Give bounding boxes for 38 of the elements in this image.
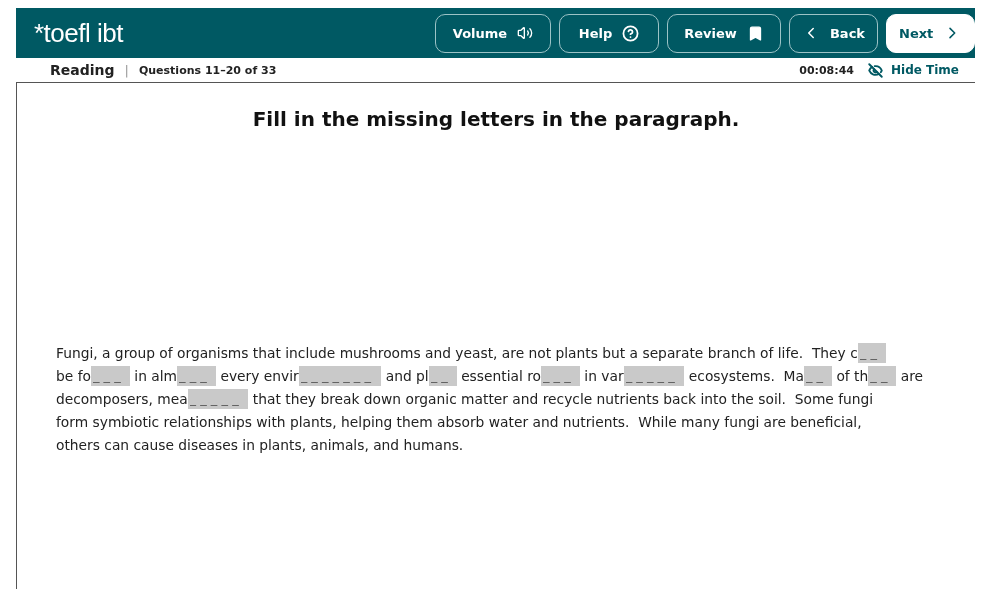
letter-blank[interactable]: _ _ _: [540, 365, 580, 386]
passage-text: ecosystems. Ma: [687, 367, 804, 384]
back-button[interactable]: Back: [789, 13, 878, 53]
passage-text: form symbiotic relationships with plants, helping them absorb water and nutrients. While many fungi are beneficial,: [56, 413, 862, 430]
passage-text: be fo: [56, 367, 91, 384]
passage-text: are: [899, 367, 924, 384]
passage-text: decomposers, mea: [56, 390, 188, 407]
letter-blank[interactable]: _ _ _ _ _: [623, 365, 685, 386]
logo: *toefl ibt: [34, 17, 123, 49]
help-icon: [622, 24, 640, 42]
speaker-icon: [517, 25, 534, 41]
letter-blank[interactable]: _ _ _ _ _ _ _: [298, 365, 382, 386]
letter-blank[interactable]: _ _: [868, 365, 897, 386]
letter-blank[interactable]: _ _: [857, 342, 886, 363]
letter-blank[interactable]: _ _: [803, 365, 832, 386]
eye-off-icon: [868, 62, 883, 78]
passage-text: essential ro: [460, 367, 541, 384]
hide-time-button[interactable]: Hide Time: [868, 62, 959, 78]
letter-blank[interactable]: _ _ _: [90, 365, 130, 386]
passage-text: in alm: [133, 367, 177, 384]
next-button[interactable]: Next: [886, 13, 975, 53]
volume-button[interactable]: Volume: [435, 13, 551, 53]
section-name: Reading: [50, 62, 115, 78]
passage-text: that they break down organic matter and recycle nutrients back into the soil. Some fungi: [251, 390, 874, 407]
timer: 00:08:44: [799, 63, 854, 77]
passage-text: in var: [583, 367, 624, 384]
instruction: Fill in the missing letters in the paragraph.: [251, 107, 741, 131]
letter-blank[interactable]: _ _ _: [177, 365, 216, 386]
letter-blank[interactable]: _ _ _ _ _: [187, 388, 249, 409]
passage-text: and pl: [384, 367, 429, 384]
passage-text: of th: [835, 367, 869, 384]
passage-text: Fungi, a group of organisms that include mushrooms and yeast, are not plants but a separate branch of life. They c: [56, 344, 858, 361]
review-button[interactable]: Review: [667, 13, 781, 53]
help-button[interactable]: Help: [559, 13, 659, 53]
separator: |: [124, 62, 129, 78]
passage-text: others can cause diseases in plants, animals, and humans.: [56, 436, 464, 453]
passage-text: every envir: [219, 367, 299, 384]
letter-blank[interactable]: _ _: [428, 365, 457, 386]
